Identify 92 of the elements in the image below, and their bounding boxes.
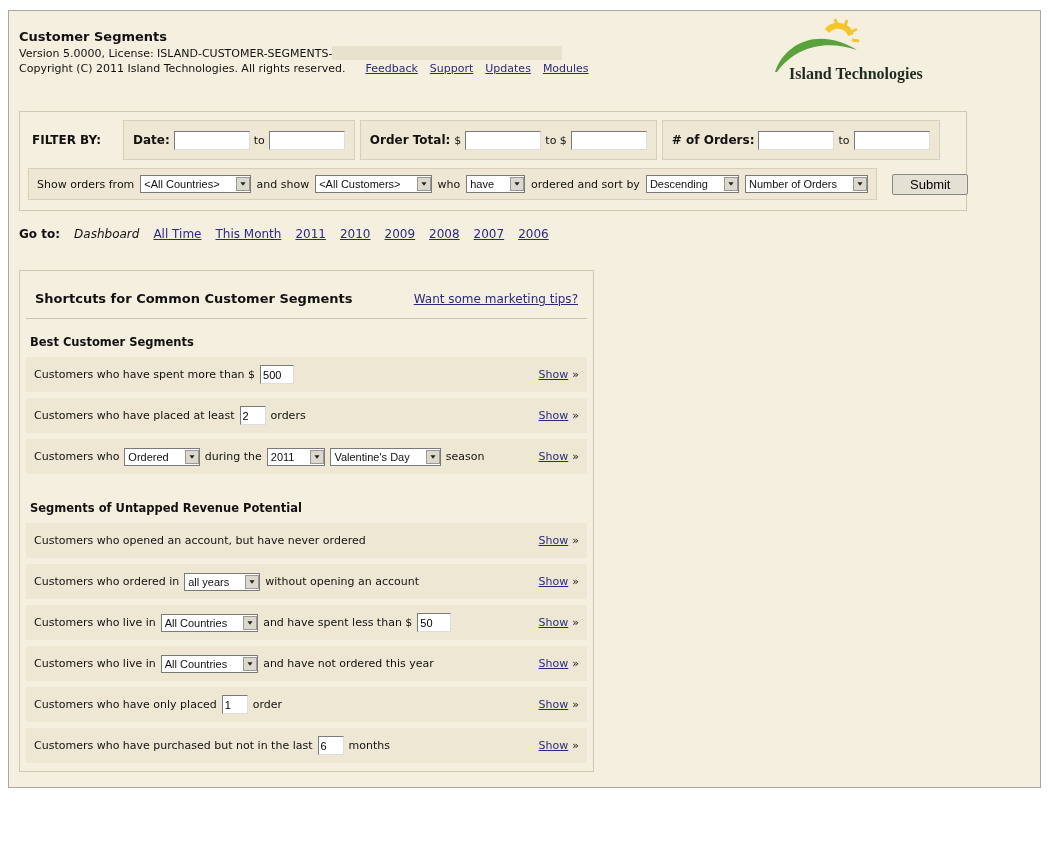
filter-group-label: Order Total: bbox=[369, 133, 451, 147]
dropdown[interactable]: Descending bbox=[645, 175, 739, 193]
dropdown[interactable]: Valentine's Day bbox=[330, 447, 441, 466]
chevron-text: » bbox=[572, 739, 579, 752]
label-text: Customers who opened an account, but have never ordered bbox=[34, 534, 366, 547]
label-text: Customers who live in bbox=[34, 657, 156, 670]
chevron-text: » bbox=[572, 616, 579, 629]
panel-title: Shortcuts for Common Customer Segments bbox=[35, 291, 353, 306]
label-text: and have not ordered this year bbox=[263, 657, 434, 670]
dropdown[interactable]: all years bbox=[184, 572, 261, 591]
goto-link[interactable]: All Time bbox=[153, 227, 202, 241]
header-link[interactable]: Support bbox=[429, 62, 474, 75]
input-field[interactable] bbox=[465, 130, 542, 150]
show-link[interactable]: Show bbox=[538, 368, 569, 381]
label-text: during the bbox=[204, 450, 262, 463]
chevron-text: » bbox=[572, 368, 579, 381]
tips-link[interactable]: Want some marketing tips? bbox=[413, 292, 578, 306]
app-title: Customer Segments bbox=[19, 29, 169, 44]
copyright-text: Copyright (C) 2011 Island Technologies. All rights reserved. bbox=[19, 62, 346, 75]
label-text: ordered and sort by bbox=[531, 177, 640, 191]
dropdown[interactable]: <All Customers> bbox=[315, 175, 432, 193]
submit-button[interactable]: Submit bbox=[892, 173, 969, 195]
goto-link[interactable]: 2010 bbox=[339, 227, 371, 241]
version-text: Version 5.0000, License: ISLAND-CUSTOMER-SEGMENTS- bbox=[19, 46, 333, 60]
goto-label: Go to: bbox=[19, 227, 61, 241]
input-field[interactable] bbox=[758, 130, 835, 150]
input-field[interactable] bbox=[570, 130, 647, 150]
label-text: Show orders from bbox=[37, 177, 135, 191]
label-text: and show bbox=[256, 177, 310, 191]
label-text: season bbox=[445, 450, 485, 463]
show-link[interactable]: Show bbox=[538, 616, 569, 629]
label-text: to $ bbox=[545, 133, 567, 147]
dropdown[interactable]: All Countries bbox=[160, 654, 259, 673]
header-link[interactable]: Feedback bbox=[365, 62, 418, 75]
show-link[interactable]: Show bbox=[538, 657, 569, 670]
label-text: months bbox=[348, 739, 390, 752]
goto-link[interactable]: 2007 bbox=[473, 227, 505, 241]
dropdown[interactable]: Number of Orders bbox=[745, 175, 868, 193]
section-heading: Segments of Untapped Revenue Potential bbox=[29, 500, 303, 517]
label-text: Customers who have only placed bbox=[34, 698, 217, 711]
dropdown[interactable]: All Countries bbox=[160, 613, 259, 632]
goto-link[interactable]: 2008 bbox=[429, 227, 460, 241]
goto-link[interactable]: 2009 bbox=[384, 227, 416, 241]
input-field[interactable]: 500 bbox=[260, 365, 295, 384]
filter-label: FILTER BY: bbox=[31, 133, 103, 147]
filter-group-label: Date: bbox=[133, 133, 170, 147]
show-link[interactable]: Show bbox=[538, 698, 569, 711]
header-link[interactable]: Modules bbox=[542, 62, 589, 75]
header-link[interactable]: Updates bbox=[485, 62, 531, 75]
label-text: without opening an account bbox=[265, 575, 420, 588]
section-heading: Best Customer Segments bbox=[29, 334, 195, 351]
label-text: and have spent less than $ bbox=[263, 616, 413, 629]
show-link[interactable]: Show bbox=[538, 450, 569, 463]
chevron-text: » bbox=[572, 698, 579, 711]
label-text: Customers who bbox=[34, 450, 120, 463]
chevron-text: » bbox=[572, 657, 579, 670]
show-link[interactable]: Show bbox=[538, 409, 569, 422]
label-text: orders bbox=[270, 409, 306, 422]
filter-group-label: # of Orders: bbox=[671, 133, 755, 147]
dropdown[interactable]: <All Countries> bbox=[140, 175, 251, 193]
chevron-text: » bbox=[572, 534, 579, 547]
label-text: Customers who have spent more than $ bbox=[34, 368, 256, 381]
goto-link[interactable]: This Month bbox=[215, 227, 282, 241]
show-link[interactable]: Show bbox=[538, 739, 569, 752]
show-link[interactable]: Show bbox=[538, 575, 569, 588]
label-text: Customers who ordered in bbox=[34, 575, 180, 588]
input-field[interactable] bbox=[173, 130, 250, 150]
chevron-text: » bbox=[572, 450, 579, 463]
input-field[interactable]: 50 bbox=[417, 613, 452, 632]
current-view-text: Dashboard bbox=[74, 227, 140, 241]
dropdown[interactable]: have bbox=[466, 175, 526, 193]
show-link[interactable]: Show bbox=[538, 534, 569, 547]
label-text: order bbox=[252, 698, 283, 711]
label-text: to bbox=[253, 133, 265, 147]
dropdown[interactable]: Ordered bbox=[124, 447, 200, 466]
label-text: to bbox=[838, 133, 850, 147]
goto-link[interactable]: 2006 bbox=[518, 227, 549, 241]
chevron-text: » bbox=[572, 409, 579, 422]
chevron-text: » bbox=[572, 575, 579, 588]
dropdown[interactable]: 2011 bbox=[266, 447, 326, 466]
input-field[interactable]: 2 bbox=[239, 406, 266, 425]
logo-text: Island Technologies bbox=[789, 65, 923, 83]
input-field[interactable] bbox=[268, 130, 345, 150]
input-field[interactable] bbox=[853, 130, 930, 150]
input-field[interactable]: 1 bbox=[221, 695, 248, 714]
label-text: Customers who live in bbox=[34, 616, 156, 629]
label-text: who bbox=[437, 177, 461, 191]
label-text: Customers who have purchased but not in the last bbox=[34, 739, 313, 752]
label-text: Customers who have placed at least bbox=[34, 409, 235, 422]
goto-link[interactable]: 2011 bbox=[295, 227, 326, 241]
label-text: $ bbox=[454, 133, 462, 147]
input-field[interactable]: 6 bbox=[317, 736, 344, 755]
